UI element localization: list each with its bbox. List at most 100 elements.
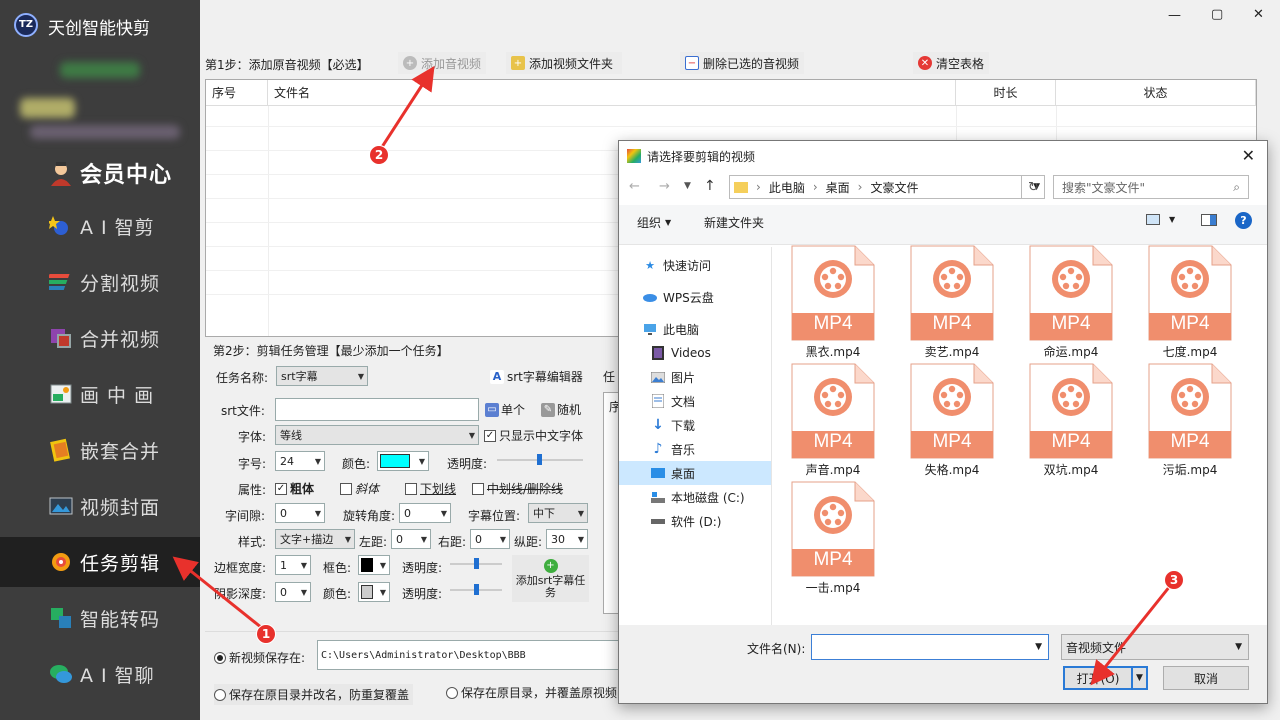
sidebar-item-nested-merge[interactable]: 嵌套合并 [0, 425, 200, 475]
chevron-down-icon[interactable]: ▼ [1035, 642, 1042, 652]
breadcrumb-desktop[interactable]: 桌面 [826, 179, 850, 196]
bold-checkbox[interactable]: ✓ 粗体 [275, 480, 314, 497]
chevron-down-icon[interactable]: ▼ [1169, 215, 1175, 224]
style-select[interactable]: 文字+描边 ▼ [275, 529, 355, 549]
italic-checkbox[interactable]: 斜体 [340, 480, 379, 497]
right-margin-select[interactable]: 0 ▼ [470, 529, 510, 549]
sidebar-item-task-edit[interactable]: 任务剪辑 [0, 537, 200, 587]
file-item[interactable]: MP4 污垢.mp4 [1138, 363, 1242, 481]
only-chinese-checkbox[interactable]: ✓ 只显示中文字体 [484, 427, 583, 444]
sidebar-item-video-cover[interactable]: 视频封面 [0, 481, 200, 531]
border-width-select[interactable]: 1 ▼ [275, 555, 311, 575]
cancel-button[interactable]: 取消 [1163, 666, 1249, 690]
dialog-search-input[interactable]: 搜索"文豪文件" ⌕ [1053, 175, 1249, 199]
nav-pictures[interactable]: 图片 [619, 365, 771, 389]
add-folder-button[interactable]: + 添加视频文件夹 [506, 52, 622, 74]
srt-editor-button[interactable]: A srt字幕编辑器 [490, 368, 583, 385]
member-center[interactable]: 会员中心 [0, 148, 200, 198]
sidebar-item-split-video[interactable]: 分割视频 [0, 257, 200, 307]
minimize-button[interactable]: — [1168, 8, 1181, 23]
sidebar-item-ai-edit[interactable]: A I 智剪 [0, 201, 200, 251]
rotate-select[interactable]: 0 ▼ [399, 503, 451, 523]
save-path-input[interactable]: C:\Users\Administrator\Desktop\BBB [317, 640, 619, 670]
view-mode-icon[interactable] [1146, 214, 1160, 225]
refresh-icon[interactable]: ↻ [1021, 175, 1045, 199]
up-arrow-icon[interactable]: ↑ [704, 178, 716, 194]
help-icon[interactable]: ? [1235, 212, 1252, 229]
sidebar-item-transcode[interactable]: 智能转码 [0, 593, 200, 643]
maximize-button[interactable]: ▢ [1211, 7, 1223, 22]
save-overwrite-radio[interactable]: 保存在原目录，并覆盖原视频 [446, 684, 617, 701]
nav-this-pc[interactable]: 此电脑 [619, 317, 771, 341]
file-item[interactable]: MP4 命运.mp4 [1019, 245, 1123, 363]
organize-button[interactable]: 组织 ▼ [637, 214, 671, 231]
forward-arrow-icon[interactable]: → [659, 179, 670, 194]
random-button[interactable]: ✎ 随机 [541, 401, 581, 418]
col-index[interactable]: 序号 [206, 80, 268, 105]
back-arrow-icon[interactable]: ← [629, 179, 640, 194]
nav-music[interactable]: ♪ 音乐 [619, 437, 771, 461]
underline-checkbox[interactable]: 下划线 [405, 480, 456, 497]
slider-thumb[interactable] [474, 584, 479, 595]
position-select[interactable]: 中下 ▼ [528, 503, 588, 523]
nav-desktop[interactable]: 桌面 [619, 461, 771, 485]
srt-file-input[interactable] [275, 398, 479, 421]
clear-table-button[interactable]: ✕ 清空表格 [913, 52, 990, 74]
recent-dropdown-icon[interactable]: ▼ [684, 181, 691, 191]
task-list[interactable] [603, 392, 619, 614]
vertical-margin-select[interactable]: 30 ▼ [546, 529, 588, 549]
sidebar-item-merge-video[interactable]: 合并视频 [0, 313, 200, 363]
slider-thumb[interactable] [537, 454, 542, 465]
filename-input[interactable]: ▼ [811, 634, 1049, 660]
col-duration[interactable]: 时长 [956, 80, 1056, 105]
col-filename[interactable]: 文件名 [268, 80, 956, 105]
file-type-select[interactable]: 音视频文件 ▼ [1061, 634, 1249, 660]
shadow-opacity-slider[interactable] [450, 584, 502, 596]
nav-videos[interactable]: Videos [619, 341, 771, 365]
size-select[interactable]: 24 ▼ [275, 451, 325, 471]
sidebar-item-ai-chat[interactable]: A I 智聊 [0, 649, 200, 699]
single-file-button[interactable]: ▭ 单个 [485, 401, 525, 418]
file-item[interactable]: MP4 七度.mp4 [1138, 245, 1242, 363]
file-item[interactable]: MP4 卖艺.mp4 [900, 245, 1004, 363]
border-color-picker[interactable]: ▼ [358, 555, 390, 575]
task-name-select[interactable]: srt字幕 ▼ [276, 366, 368, 386]
strike-checkbox[interactable]: 中划线/删除线 [472, 480, 563, 497]
file-item[interactable]: MP4 声音.mp4 [781, 363, 885, 481]
nav-drive-c[interactable]: 本地磁盘 (C:) [619, 485, 771, 509]
save-rename-radio[interactable]: 保存在原目录并改名，防重复覆盖 [214, 684, 414, 705]
nav-downloads[interactable]: ↓ 下载 [619, 413, 771, 437]
font-select[interactable]: 等线 ▼ [275, 425, 479, 445]
breadcrumb-folder[interactable]: 文豪文件 [870, 179, 918, 196]
file-item[interactable]: MP4 双坑.mp4 [1019, 363, 1123, 481]
file-item[interactable]: MP4 黑衣.mp4 [781, 245, 885, 363]
opacity-slider[interactable] [497, 454, 583, 466]
font-color-picker[interactable]: ▼ [377, 451, 429, 471]
file-item[interactable]: MP4 一击.mp4 [781, 481, 885, 599]
spacing-select[interactable]: 0 ▼ [275, 503, 325, 523]
delete-selected-button[interactable]: − 删除已选的音视频 [680, 52, 805, 74]
nav-wps-cloud[interactable]: WPS云盘 [619, 285, 771, 309]
shadow-color-picker[interactable]: ▼ [358, 582, 390, 602]
nav-quick-access[interactable]: ★ 快速访问 [619, 253, 771, 277]
border-opacity-slider[interactable] [450, 558, 502, 570]
dialog-close-icon[interactable]: ✕ [1242, 146, 1255, 165]
nav-drive-d[interactable]: 软件 (D:) [619, 509, 771, 533]
shadow-depth-select[interactable]: 0 ▼ [275, 582, 311, 602]
address-bar[interactable]: › 此电脑 › 桌面 › 文豪文件 ▼ [729, 175, 1045, 199]
add-video-button[interactable]: + 添加音视频 [398, 52, 487, 74]
slider-thumb[interactable] [474, 558, 479, 569]
close-button[interactable]: ✕ [1253, 7, 1264, 22]
new-folder-button[interactable]: 新建文件夹 [704, 214, 764, 231]
breadcrumb-this-pc[interactable]: 此电脑 [769, 179, 805, 196]
nav-documents[interactable]: 文档 [619, 389, 771, 413]
col-status[interactable]: 状态 [1056, 80, 1256, 105]
open-dropdown-button[interactable]: ▼ [1131, 666, 1148, 690]
sidebar-item-pip[interactable]: 画 中 画 [0, 369, 200, 419]
add-srt-task-button[interactable]: + 添加srt字幕任务 [512, 555, 589, 602]
preview-pane-icon[interactable] [1201, 214, 1217, 226]
file-item[interactable]: MP4 失格.mp4 [900, 363, 1004, 481]
save-new-location-radio[interactable]: 新视频保存在: [214, 649, 305, 666]
open-button[interactable]: 打开(O) [1063, 666, 1133, 690]
left-margin-select[interactable]: 0 ▼ [391, 529, 431, 549]
